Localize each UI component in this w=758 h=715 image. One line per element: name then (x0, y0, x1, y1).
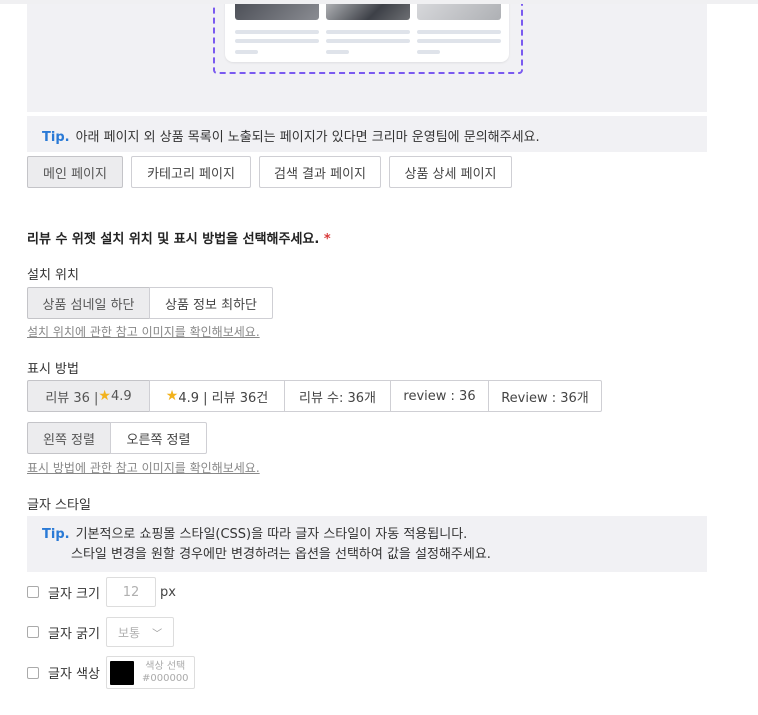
font-weight-checkbox[interactable] (27, 626, 39, 638)
font-size-checkbox[interactable] (27, 586, 39, 598)
font-style-tip: Tip. 기본적으로 쇼핑몰 스타일(CSS)을 따라 글자 스타일이 자동 적용… (27, 516, 707, 572)
section-title-text: 리뷰 수 위젯 설치 위치 및 표시 방법을 선택해주세요. (27, 232, 320, 247)
color-hex: #000000 (141, 672, 189, 684)
format-review-lowercase[interactable]: review : 36 (390, 380, 489, 412)
install-preview-image (27, 4, 707, 112)
placeholder-line (417, 30, 501, 34)
install-reference-link[interactable]: 설치 위치에 관한 참고 이미지를 확인해보세요. (27, 323, 260, 340)
tab-main-page[interactable]: 메인 페이지 (27, 156, 123, 188)
format-text: 4.9 | 리뷰 36건 (178, 390, 269, 406)
tip-label: Tip. (42, 130, 70, 145)
tab-category-page[interactable]: 카테고리 페이지 (131, 156, 251, 188)
format-text: 리뷰 36 | (45, 390, 99, 406)
tip-line-1: 기본적으로 쇼핑몰 스타일(CSS)을 따라 글자 스타일이 자동 적용됩니다. (75, 527, 468, 542)
product-thumbnail (235, 4, 319, 20)
install-option-info-bottom[interactable]: 상품 정보 최하단 (149, 287, 273, 319)
placeholder-line (326, 39, 410, 43)
format-rating-review-count[interactable]: ★ 4.9 | 리뷰 36건 (149, 380, 285, 412)
font-color-label: 글자 색상 (48, 667, 100, 682)
font-weight-select[interactable]: 보통 ﹀ (105, 617, 174, 647)
font-size-input[interactable]: 12 (105, 577, 156, 607)
format-text: 4.9 (110, 388, 132, 404)
star-icon: ★ (165, 388, 179, 404)
preview-card (225, 4, 509, 62)
page-tabs: 메인 페이지 카테고리 페이지 검색 결과 페이지 상품 상세 페이지 (27, 156, 520, 188)
format-review-count-korean[interactable]: 리뷰 수: 36개 (284, 380, 391, 412)
font-size-label: 글자 크기 (48, 586, 100, 602)
placeholder-line (326, 30, 410, 34)
tip-line-2: 스타일 변경을 원할 경우에만 변경하려는 옵션을 선택하여 값을 설정해주세요… (71, 547, 491, 562)
required-mark: * (323, 232, 331, 247)
product-thumbnail (417, 4, 501, 20)
tip-text: 아래 페이지 외 상품 목록이 노출되는 페이지가 있다면 크리마 운영팀에 문… (75, 130, 540, 145)
font-color-option: 글자 색상 색상 선택 #000000 (27, 656, 195, 689)
placeholder-line (417, 39, 501, 43)
tip-label: Tip. (42, 527, 70, 542)
color-picker[interactable]: 색상 선택 #000000 (105, 656, 195, 689)
font-weight-option: 글자 굵기 보통 ﹀ (27, 616, 174, 648)
font-color-checkbox[interactable] (27, 666, 39, 679)
placeholder-line (326, 50, 349, 54)
tab-product-detail-page[interactable]: 상품 상세 페이지 (389, 156, 512, 188)
display-formats: 리뷰 36 | ★ 4.9 ★ 4.9 | 리뷰 36건 리뷰 수: 36개 r… (27, 380, 602, 412)
install-option-thumbnail-bottom[interactable]: 상품 섬네일 하단 (27, 287, 150, 319)
tab-search-results-page[interactable]: 검색 결과 페이지 (259, 156, 381, 188)
align-left-button[interactable]: 왼쪽 정렬 (27, 422, 111, 454)
color-swatch (109, 660, 134, 685)
font-weight-value: 보통 (117, 625, 141, 640)
display-reference-link[interactable]: 표시 방법에 관한 참고 이미지를 확인해보세요. (27, 459, 260, 476)
display-label: 표시 방법 (27, 362, 79, 377)
highlight-frame (213, 4, 523, 74)
font-style-label: 글자 스타일 (27, 498, 91, 513)
chevron-down-icon: ﹀ (152, 628, 163, 640)
install-options: 상품 섬네일 하단 상품 정보 최하단 (27, 287, 273, 319)
section-title: 리뷰 수 위젯 설치 위치 및 표시 방법을 선택해주세요. * (27, 228, 331, 247)
font-size-option: 글자 크기 12 px (27, 576, 176, 608)
format-review-count-rating[interactable]: 리뷰 36 | ★ 4.9 (27, 380, 150, 412)
color-caption-block: 색상 선택 #000000 (142, 661, 189, 685)
color-caption: 색상 선택 (145, 660, 186, 672)
product-thumbnail (326, 4, 410, 20)
font-weight-label: 글자 굵기 (48, 626, 100, 642)
placeholder-line (235, 50, 258, 54)
align-right-button[interactable]: 오른쪽 정렬 (110, 422, 207, 454)
star-icon: ★ (98, 388, 111, 404)
align-options: 왼쪽 정렬 오른쪽 정렬 (27, 422, 207, 454)
pages-tip: Tip. 아래 페이지 외 상품 목록이 노출되는 페이지가 있다면 크리마 운영… (27, 116, 707, 152)
install-label: 설치 위치 (27, 268, 79, 283)
placeholder-line (417, 50, 440, 54)
font-size-unit: px (159, 584, 176, 600)
placeholder-line (235, 30, 319, 34)
placeholder-line (235, 39, 319, 43)
format-review-capitalized[interactable]: Review : 36개 (488, 380, 602, 412)
